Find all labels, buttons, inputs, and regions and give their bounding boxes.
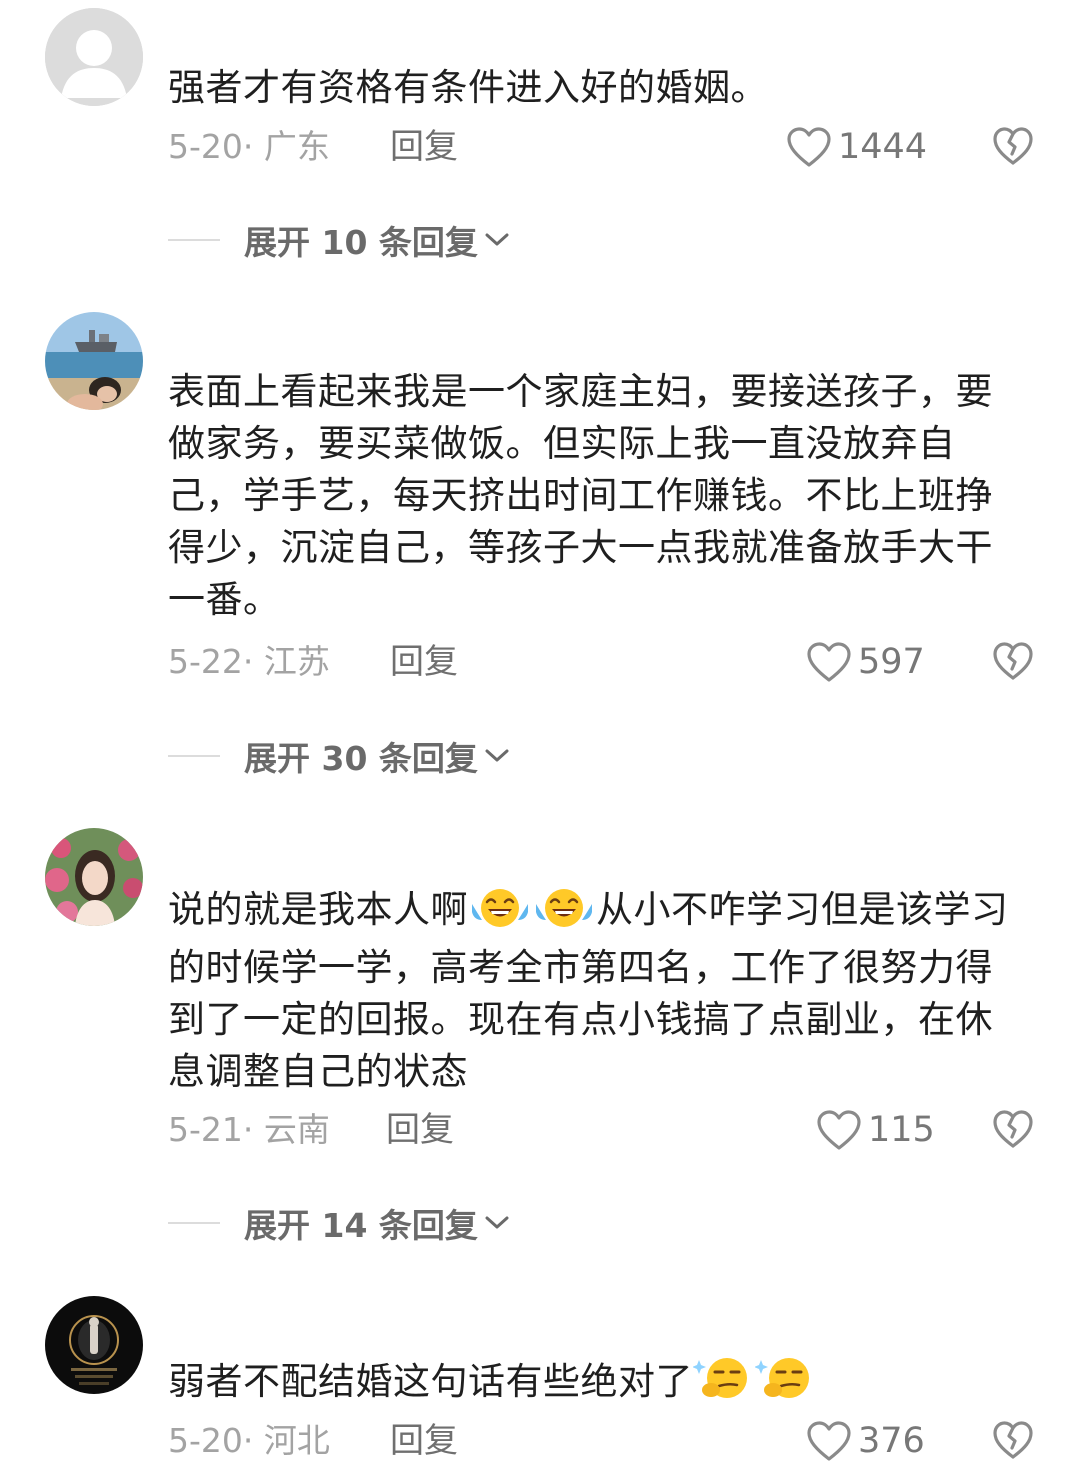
like-count: 1444 <box>838 127 928 167</box>
divider-line <box>168 239 220 241</box>
like-button[interactable]: 597 <box>806 637 925 687</box>
dislike-button[interactable] <box>992 641 1034 685</box>
divider-line <box>168 1222 220 1224</box>
comment-text: 强者才有资格有条件进入好的婚姻。 <box>168 66 768 109</box>
reply-button[interactable]: 回复 <box>390 1416 458 1466</box>
laughing-tears-icon <box>468 884 532 942</box>
comment-text: 说的就是我本人啊 从小不咋学习但是该学习的时候学一学，高考全市第四名，工作了很努力… <box>168 884 1028 1098</box>
chevron-down-icon <box>485 749 509 762</box>
comment-meta: 5-21· 云南 回复 115 <box>168 1105 1040 1155</box>
like-count: 597 <box>858 642 925 682</box>
smirk-icon <box>692 1352 755 1414</box>
comment-meta: 5-22· 江苏 回复 597 <box>168 637 1040 687</box>
heart-icon <box>787 127 831 167</box>
avatar-portrait[interactable] <box>45 828 143 926</box>
comment-text-part: 弱者不配结婚这句话有些绝对了 <box>168 1360 693 1403</box>
heart-icon <box>807 642 851 682</box>
avatar-beach[interactable] <box>45 312 143 410</box>
comment-meta: 5-20· 河北 回复 376 <box>168 1416 1040 1466</box>
smirk-icon <box>754 1352 817 1414</box>
reply-button[interactable]: 回复 <box>386 1105 454 1155</box>
broken-heart-icon <box>993 642 1033 680</box>
reply-button[interactable]: 回复 <box>390 637 458 687</box>
laughing-tears-icon <box>532 884 596 942</box>
expand-replies-button[interactable]: 展开 30 条回复 <box>168 731 510 781</box>
like-button[interactable]: 115 <box>816 1105 935 1155</box>
comment-text-part: 说的就是我本人啊 <box>168 888 468 931</box>
comment-text: 弱者不配结婚这句话有些绝对了 <box>168 1352 1028 1414</box>
reply-button[interactable]: 回复 <box>390 122 458 172</box>
dark-poster-avatar <box>45 1296 143 1394</box>
like-count: 115 <box>868 1110 935 1150</box>
date-location: 5-20· 广东 <box>168 127 330 166</box>
chevron-down-icon <box>485 233 509 246</box>
expand-replies-label: 展开 10 条回复 <box>244 223 478 262</box>
heart-icon <box>817 1110 861 1150</box>
like-count: 376 <box>858 1421 925 1461</box>
comment-text: 表面上看起来我是一个家庭主妇，要接送孩子，要做家务，要买菜做饭。但实际上我一直没… <box>168 370 993 621</box>
expand-replies-label: 展开 30 条回复 <box>244 739 478 778</box>
default-user-icon <box>45 8 143 106</box>
date-location: 5-20· 河北 <box>168 1421 330 1460</box>
dislike-button[interactable] <box>992 1109 1034 1153</box>
avatar-default[interactable] <box>45 8 143 106</box>
portrait-photo-avatar <box>45 828 143 926</box>
broken-heart-icon <box>993 1110 1033 1148</box>
divider-line <box>168 755 220 757</box>
heart-icon <box>807 1421 851 1461</box>
like-button[interactable]: 1444 <box>786 122 927 172</box>
broken-heart-icon <box>993 127 1033 165</box>
comment-meta: 5-20· 广东 回复 1444 <box>168 122 1040 172</box>
like-button[interactable]: 376 <box>806 1416 925 1466</box>
date-location: 5-22· 江苏 <box>168 642 330 681</box>
date-location: 5-21· 云南 <box>168 1110 330 1149</box>
expand-replies-button[interactable]: 展开 10 条回复 <box>168 215 510 265</box>
broken-heart-icon <box>993 1421 1033 1459</box>
dislike-button[interactable] <box>992 1420 1034 1464</box>
chevron-down-icon <box>485 1216 509 1229</box>
expand-replies-button[interactable]: 展开 14 条回复 <box>168 1198 510 1248</box>
avatar-dark-poster[interactable] <box>45 1296 143 1394</box>
expand-replies-label: 展开 14 条回复 <box>244 1206 478 1245</box>
dislike-button[interactable] <box>992 126 1034 170</box>
beach-photo-avatar <box>45 312 143 410</box>
